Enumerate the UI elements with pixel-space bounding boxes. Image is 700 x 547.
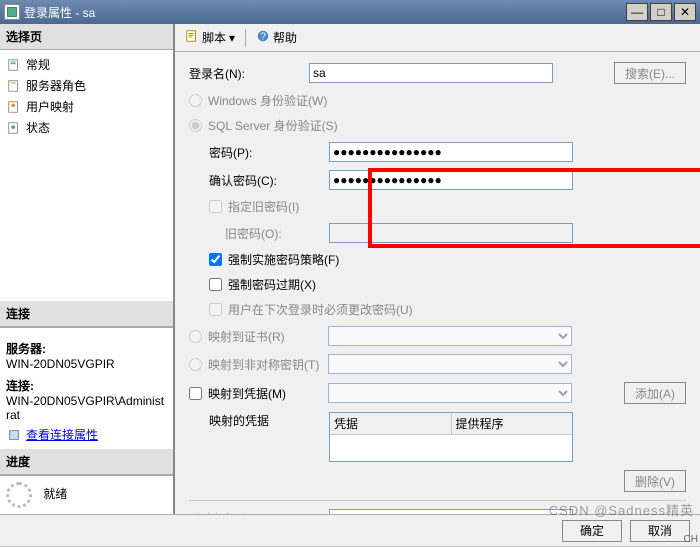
page-icon: [6, 99, 22, 115]
properties-icon: [6, 427, 22, 443]
svg-text:?: ?: [260, 31, 266, 43]
map-asym-radio: [189, 358, 202, 371]
map-asym-label: 映射到非对称密钥(T): [208, 356, 328, 373]
login-name-input[interactable]: [309, 63, 553, 83]
page-server-roles[interactable]: 服务器角色: [0, 75, 173, 96]
left-panel: 选择页 常规 服务器角色 用户映射 状态 连接 服务器: WIN-20DN05V: [0, 24, 175, 514]
cred-select: [328, 383, 572, 403]
right-panel: 脚本 ▾ ? 帮助 登录名(N): 搜索(E)... Windows 身份验证(…: [175, 24, 700, 514]
enforce-policy-checkbox[interactable]: [209, 253, 222, 266]
help-button[interactable]: ? 帮助: [252, 27, 301, 48]
server-label: 服务器:: [6, 340, 167, 357]
mapped-creds-grid[interactable]: 凭据 提供程序: [329, 412, 573, 462]
windows-auth-radio: [189, 94, 202, 107]
select-page-header: 选择页: [0, 24, 173, 50]
sql-auth-label: SQL Server 身份验证(S): [208, 117, 338, 134]
map-cert-label: 映射到证书(R): [208, 328, 328, 345]
conn-value: WIN-20DN05VGPIR\Administrat: [6, 394, 167, 422]
page-status[interactable]: 状态: [0, 117, 173, 138]
map-cred-label: 映射到凭据(M): [208, 385, 312, 402]
cancel-button[interactable]: 取消: [630, 520, 690, 542]
script-button[interactable]: 脚本 ▾: [181, 27, 239, 48]
conn-label: 连接:: [6, 377, 167, 394]
server-value: WIN-20DN05VGPIR: [6, 357, 167, 371]
titlebar: 登录属性 - sa — □ ✕: [0, 0, 700, 24]
must-change-checkbox: [209, 303, 222, 316]
map-cert-radio: [189, 330, 202, 343]
chevron-down-icon: ▾: [229, 31, 235, 45]
page-label: 常规: [26, 56, 50, 73]
page-list: 常规 服务器角色 用户映射 状态: [0, 50, 173, 142]
form-content: 登录名(N): 搜索(E)... Windows 身份验证(W) SQL Ser…: [175, 52, 700, 514]
windows-auth-label: Windows 身份验证(W): [208, 92, 327, 109]
enforce-policy-label: 强制实施密码策略(F): [228, 251, 339, 268]
progress-status: 就绪: [43, 487, 67, 501]
window-icon: [4, 4, 20, 20]
asym-select: [328, 354, 572, 374]
page-label: 用户映射: [26, 98, 74, 115]
dialog-footer: 确定 取消: [0, 514, 700, 546]
maximize-button[interactable]: □: [650, 3, 672, 21]
script-icon: [185, 29, 199, 46]
password-input[interactable]: [329, 142, 573, 162]
page-icon: [6, 78, 22, 94]
progress-section: 就绪: [0, 475, 173, 514]
enforce-expire-checkbox[interactable]: [209, 278, 222, 291]
col-cred: 凭据: [330, 413, 452, 434]
confirm-password-label: 确认密码(C):: [209, 172, 309, 189]
page-icon: [6, 120, 22, 136]
search-button[interactable]: 搜索(E)...: [614, 62, 686, 84]
connection-info: 服务器: WIN-20DN05VGPIR 连接: WIN-20DN05VGPIR…: [0, 327, 173, 449]
password-label: 密码(P):: [209, 144, 309, 161]
toolbar: 脚本 ▾ ? 帮助: [175, 24, 700, 52]
page-general[interactable]: 常规: [0, 54, 173, 75]
view-connection-properties[interactable]: 查看连接属性: [6, 426, 167, 443]
col-provider: 提供程序: [452, 413, 573, 434]
ok-button[interactable]: 确定: [562, 520, 622, 542]
mapped-creds-label: 映射的凭据: [209, 412, 313, 429]
connection-header: 连接: [0, 301, 173, 327]
login-name-label: 登录名(N):: [189, 65, 309, 82]
sql-auth-radio: [189, 119, 202, 132]
confirm-password-input[interactable]: [329, 170, 573, 190]
window-title: 登录属性 - sa: [24, 4, 624, 21]
old-password-label: 旧密码(O):: [225, 225, 329, 242]
specify-old-checkbox: [209, 200, 222, 213]
old-password-input: [329, 223, 573, 243]
cert-select: [328, 326, 572, 346]
enforce-expire-label: 强制密码过期(X): [228, 276, 316, 293]
page-label: 服务器角色: [26, 77, 86, 94]
page-user-mapping[interactable]: 用户映射: [0, 96, 173, 117]
default-db-label: 默认数据库(D):: [189, 511, 309, 515]
delete-button[interactable]: 删除(V): [624, 470, 686, 492]
add-button[interactable]: 添加(A): [624, 382, 686, 404]
specify-old-label: 指定旧密码(I): [228, 198, 299, 215]
page-icon: [6, 57, 22, 73]
minimize-button[interactable]: —: [626, 3, 648, 21]
page-label: 状态: [26, 119, 50, 136]
close-button[interactable]: ✕: [674, 3, 696, 21]
progress-header: 进度: [0, 449, 173, 475]
help-icon: ?: [256, 29, 270, 46]
progress-spinner-icon: [6, 482, 32, 508]
map-cred-checkbox[interactable]: [189, 387, 202, 400]
corner-text: CH: [684, 534, 698, 545]
default-db-select[interactable]: master: [329, 509, 573, 514]
must-change-label: 用户在下次登录时必须更改密码(U): [228, 301, 413, 318]
